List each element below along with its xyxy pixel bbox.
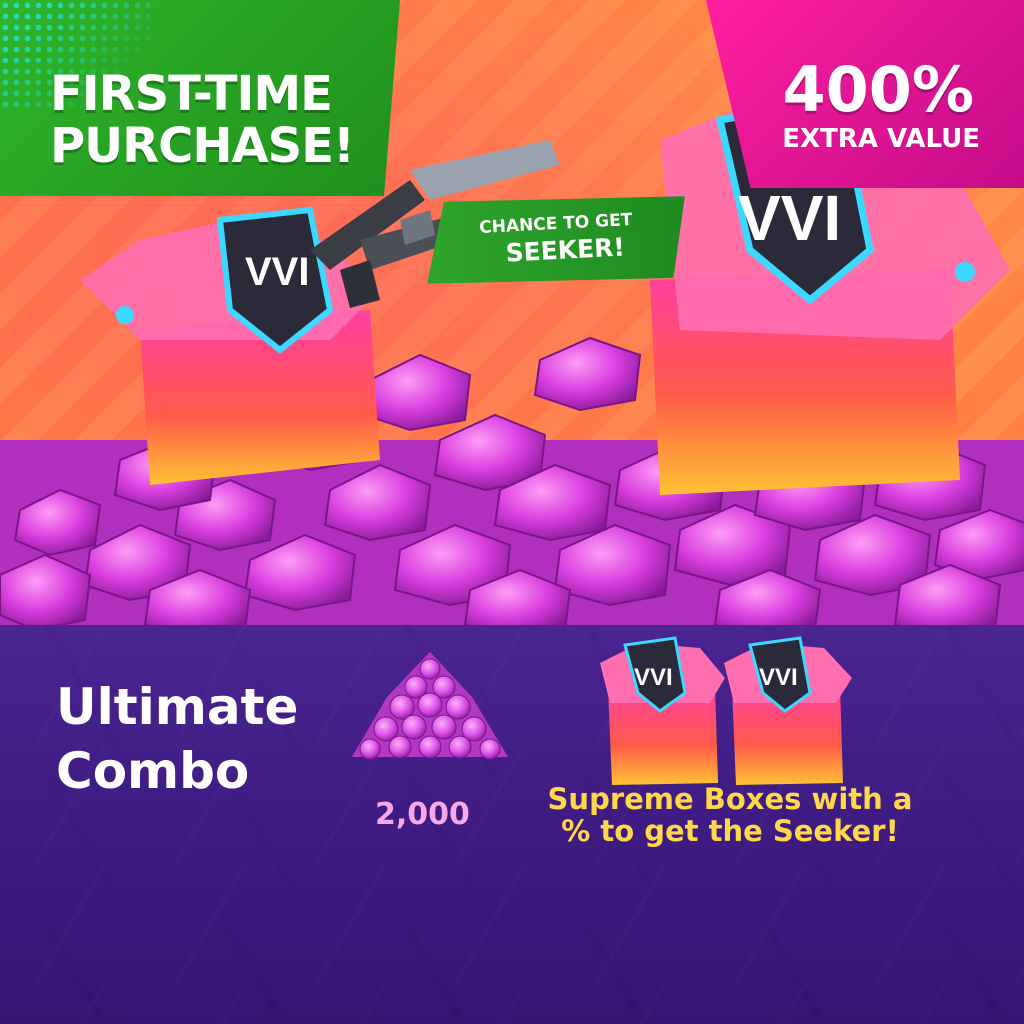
gem-icon: [352, 652, 508, 760]
offer-title-line1: Ultimate: [56, 678, 299, 736]
svg-text:VVI: VVI: [759, 664, 798, 691]
first-time-purchase-title: FIRST-TIME PURCHASE!: [50, 68, 390, 172]
gem-amount: 2,000: [375, 797, 470, 832]
supreme-boxes-line2: % to get the Seeker!: [561, 814, 899, 848]
svg-text:VVI: VVI: [634, 664, 673, 691]
offer-details-panel: Ultimate Combo 2,000 VVI VVI Supreme Box…: [0, 625, 1024, 1024]
first-time-purchase-badge: FIRST-TIME PURCHASE!: [0, 0, 400, 196]
hero-banner: VVI VVI FIRST-TIME PURCHASE! 400% EXTRA …: [0, 0, 1024, 625]
supreme-box-icon: VVI VVI: [600, 636, 852, 785]
svg-text:VVI: VVI: [738, 182, 841, 254]
extra-value-badge: 400% EXTRA VALUE: [706, 0, 1024, 188]
chance-to-get-seeker-banner: CHANCE TO GET SEEKER!: [423, 189, 689, 291]
offer-title: Ultimate Combo: [56, 675, 298, 803]
offer-title-line2: Combo: [56, 742, 250, 800]
first-time-line2: PURCHASE!: [50, 118, 355, 174]
first-time-line1: FIRST-TIME: [50, 66, 333, 122]
chance-line2: SEEKER!: [504, 232, 626, 268]
extra-value-label: EXTRA VALUE: [782, 124, 980, 154]
extra-value-percent: 400%: [782, 53, 974, 126]
supreme-boxes-description: Supreme Boxes with a % to get the Seeker…: [540, 783, 920, 847]
supreme-boxes-line1: Supreme Boxes with a: [547, 782, 913, 816]
